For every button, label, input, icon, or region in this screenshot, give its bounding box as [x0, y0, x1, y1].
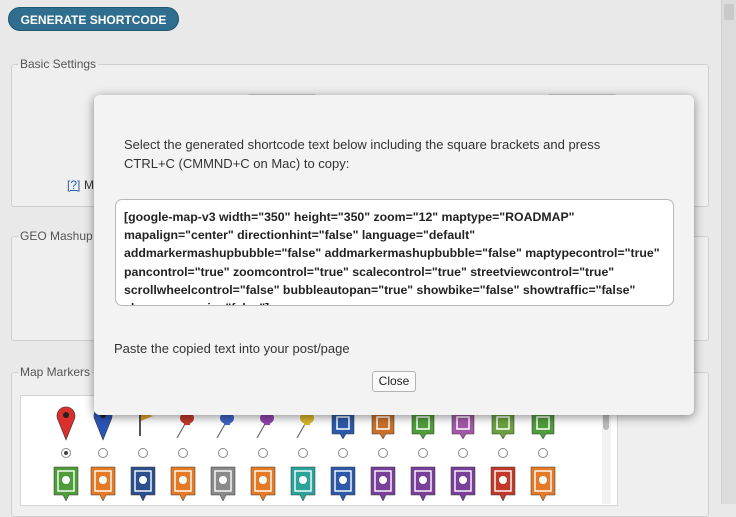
- beer-mug-marker-icon[interactable]: [409, 465, 437, 504]
- grill-marker-icon[interactable]: [449, 465, 477, 504]
- map-markers-legend: Map Markers: [20, 365, 91, 379]
- arch-marker-icon[interactable]: [52, 465, 80, 504]
- marker-radio[interactable]: [98, 448, 108, 458]
- marker-radio[interactable]: [538, 448, 548, 458]
- copy-instructions: Select the generated shortcode text belo…: [124, 137, 601, 171]
- marker-radio[interactable]: [61, 448, 71, 458]
- marker-radio[interactable]: [298, 448, 308, 458]
- money-bag-marker-icon[interactable]: [329, 465, 357, 504]
- marker-radio[interactable]: [258, 448, 268, 458]
- basic-settings-legend: Basic Settings: [20, 57, 97, 71]
- marker-radio[interactable]: [458, 448, 468, 458]
- motorcycle-marker-icon[interactable]: [169, 465, 197, 504]
- bag-marker-icon[interactable]: [289, 465, 317, 504]
- marker-radio[interactable]: [178, 448, 188, 458]
- close-button[interactable]: Close: [372, 371, 416, 392]
- marker-radio[interactable]: [418, 448, 428, 458]
- right-edge-panel: [721, 0, 736, 504]
- bottles-marker-icon[interactable]: [369, 465, 397, 504]
- help-link[interactable]: [?]: [67, 178, 80, 192]
- speaker-marker-icon[interactable]: [209, 465, 237, 504]
- paste-note: Paste the copied text into your post/pag…: [114, 341, 350, 356]
- shortcode-textarea[interactable]: [google-map-v3 width="350" height="350" …: [115, 199, 674, 306]
- police-badge-marker-icon[interactable]: [129, 465, 157, 504]
- markers-scrollbar[interactable]: [602, 407, 611, 504]
- edge-handle: [724, 4, 734, 20]
- marker-radio[interactable]: [338, 448, 348, 458]
- marker-radio[interactable]: [138, 448, 148, 458]
- shortcode-dialog: Select the generated shortcode text belo…: [94, 95, 694, 415]
- marker-radio[interactable]: [498, 448, 508, 458]
- marker-radio[interactable]: [378, 448, 388, 458]
- help-label-fragment: M: [84, 178, 94, 192]
- person-marker-icon[interactable]: [89, 465, 117, 504]
- dancer-marker-icon[interactable]: [249, 465, 277, 504]
- generate-shortcode-button[interactable]: GENERATE SHORTCODE: [8, 7, 179, 31]
- barber-marker-icon[interactable]: [489, 465, 517, 504]
- geo-mashup-legend: GEO Mashup: [20, 229, 93, 243]
- hiker-marker-icon[interactable]: [529, 465, 557, 504]
- marker-radio[interactable]: [218, 448, 228, 458]
- red-map-pin-icon[interactable]: [52, 402, 80, 442]
